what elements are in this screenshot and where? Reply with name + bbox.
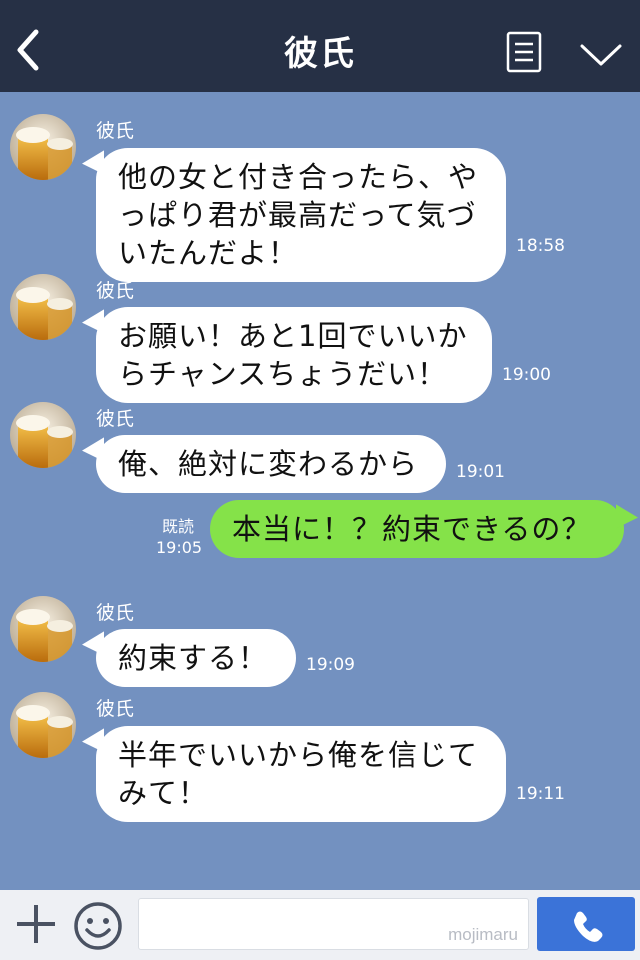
avatar[interactable] xyxy=(10,596,76,662)
add-button[interactable] xyxy=(14,902,58,946)
watermark: mojimaru xyxy=(448,925,518,944)
sender-name: 彼氏 xyxy=(96,408,135,430)
beer-avatar-icon xyxy=(10,402,76,468)
avatar[interactable] xyxy=(10,692,76,758)
message-time: 18:58 xyxy=(516,236,565,256)
message-time: 19:01 xyxy=(456,462,505,482)
message-time: 19:05 xyxy=(156,538,203,557)
message-bubble-outgoing[interactable]: 本当に！？約束できるの？ xyxy=(210,500,624,558)
sender-name: 彼氏 xyxy=(96,120,135,142)
avatar[interactable] xyxy=(10,274,76,340)
message-time: 19:11 xyxy=(516,784,565,804)
read-label: 既読 xyxy=(161,517,194,536)
chevron-down-icon xyxy=(580,44,622,66)
call-button[interactable] xyxy=(537,897,635,951)
sender-name: 彼氏 xyxy=(96,698,135,720)
notes-button[interactable] xyxy=(505,31,543,73)
chat-header: 彼氏 xyxy=(0,0,640,92)
message-time: 19:09 xyxy=(306,655,355,675)
message-bubble[interactable]: 他の女と付き合ったら、や っぱり君が最高だって気づ いたんだよ！ xyxy=(96,148,506,282)
beer-avatar-icon xyxy=(10,692,76,758)
input-bar: mojimaru xyxy=(0,890,640,960)
plus-icon xyxy=(17,905,55,943)
beer-avatar-icon xyxy=(10,114,76,180)
sender-name: 彼氏 xyxy=(96,280,135,302)
read-receipt: 既読 19:05 xyxy=(156,516,203,558)
beer-avatar-icon xyxy=(10,274,76,340)
chat-title: 彼氏 xyxy=(284,34,356,74)
avatar[interactable] xyxy=(10,114,76,180)
message-time: 19:00 xyxy=(502,365,551,385)
message-input[interactable]: mojimaru xyxy=(138,898,529,950)
message-bubble[interactable]: お願い！あと1回でいいか らチャンスちょうだい！ xyxy=(96,307,492,403)
message-bubble[interactable]: 半年でいいから俺を信じて みて！ xyxy=(96,726,506,822)
sender-name: 彼氏 xyxy=(96,602,135,624)
sticker-button[interactable] xyxy=(72,900,124,952)
beer-avatar-icon xyxy=(10,596,76,662)
message-bubble[interactable]: 俺、絶対に変わるから xyxy=(96,435,446,493)
message-bubble[interactable]: 約束する！ xyxy=(96,629,296,687)
avatar[interactable] xyxy=(10,402,76,468)
smiley-icon xyxy=(74,902,122,950)
notes-icon xyxy=(506,31,542,73)
phone-icon xyxy=(574,911,603,942)
more-button[interactable] xyxy=(578,38,624,70)
